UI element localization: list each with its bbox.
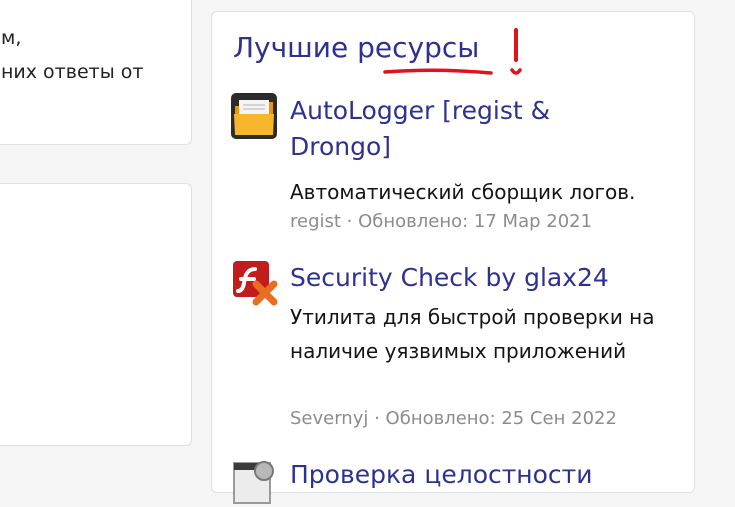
top-resources-block: Лучшие ресурсы AutoLogger [regist & Dron…: [211, 11, 695, 504]
resource-meta: regist · Обновлено: 17 Мар 2021: [290, 211, 592, 232]
resource-updated: Обновлено: 25 Сен 2022: [385, 408, 617, 429]
resource-title-link[interactable]: Проверка целостности: [290, 457, 690, 493]
flash-x-icon[interactable]: [230, 258, 278, 306]
system-file-icon[interactable]: [230, 459, 278, 507]
meta-separator: ·: [368, 408, 386, 429]
resource-author-link[interactable]: regist: [290, 211, 341, 232]
resource-title-link[interactable]: Security Check by glax24: [290, 260, 620, 296]
annotation-underline: [383, 68, 493, 75]
meta-separator: ·: [340, 211, 359, 232]
left-text-line: м,: [1, 27, 22, 49]
resource-author-link[interactable]: Severnyj: [290, 408, 368, 429]
block-title[interactable]: Лучшие ресурсы: [233, 31, 479, 64]
resource-meta: Severnyj · Обновлено: 25 Сен 2022: [290, 408, 617, 429]
resource-updated: Обновлено: 17 Мар 2021: [358, 211, 593, 232]
left-content-card: м, них ответы от: [0, 0, 192, 145]
resource-description: Автоматический сборщик логов.: [290, 180, 636, 204]
left-text-line: них ответы от: [1, 61, 144, 83]
annotation-exclamation: [510, 28, 522, 75]
folder-icon[interactable]: [230, 92, 278, 140]
resource-title-link[interactable]: AutoLogger [regist & Drongo]: [290, 93, 620, 165]
left-content-card-2: [0, 183, 192, 446]
resource-description: Утилита для быстрой проверки на наличие …: [290, 305, 655, 363]
